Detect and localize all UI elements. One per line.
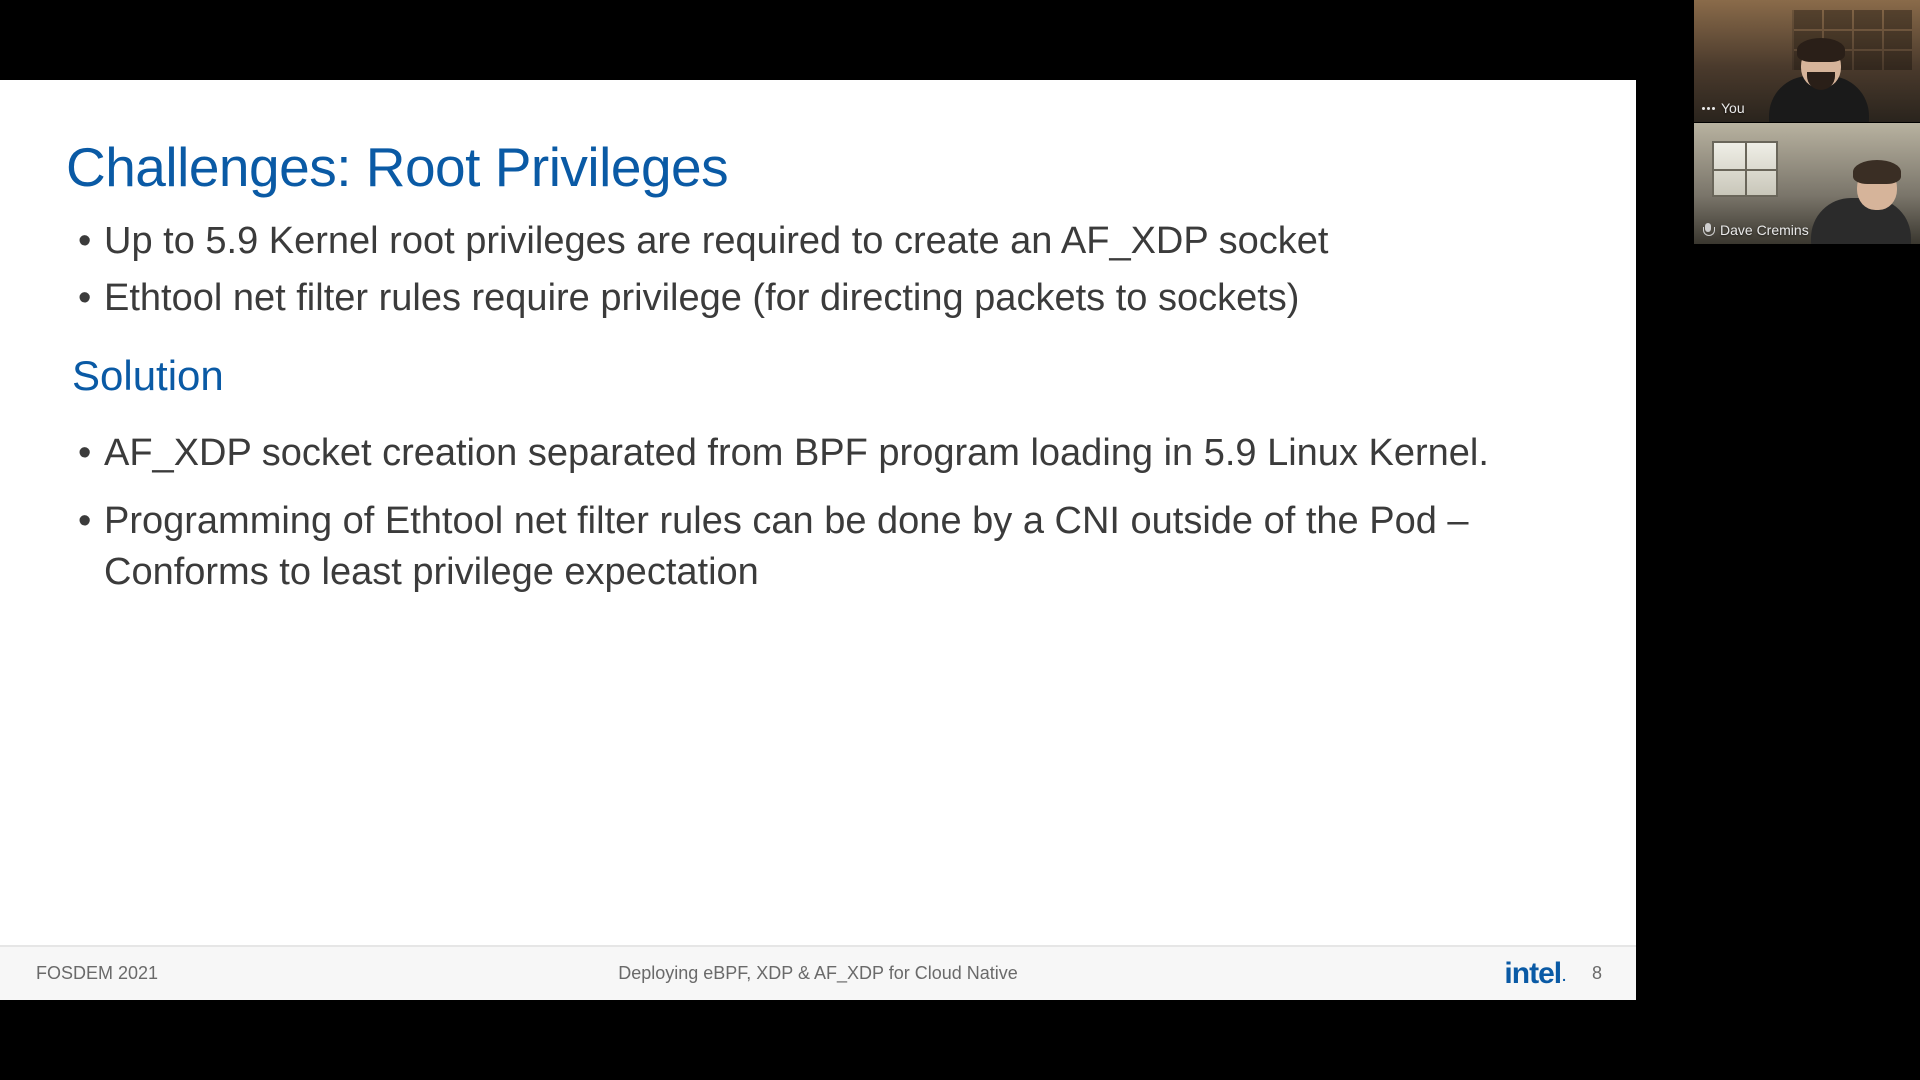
solution-subheading: Solution xyxy=(72,352,1566,400)
bullet-item: Ethtool net filter rules require privile… xyxy=(66,274,1566,323)
window-shape xyxy=(1712,141,1778,197)
person-silhouette xyxy=(1759,38,1879,122)
viewport: Challenges: Root Privileges Up to 5.9 Ke… xyxy=(0,0,1920,1080)
participant-name: Dave Cremins xyxy=(1720,222,1809,238)
slide-title: Challenges: Root Privileges xyxy=(66,135,1566,199)
page-number: 8 xyxy=(1592,963,1602,984)
presentation-slide: Challenges: Root Privileges Up to 5.9 Ke… xyxy=(0,80,1636,1000)
footer-right: intel 8 xyxy=(1504,957,1602,991)
challenge-bullet-list: Up to 5.9 Kernel root privileges are req… xyxy=(66,217,1566,322)
participant-name: You xyxy=(1721,100,1745,116)
footer-event-name: FOSDEM 2021 xyxy=(36,963,158,984)
bullet-item: Up to 5.9 Kernel root privileges are req… xyxy=(66,217,1566,266)
participant-tile-self[interactable]: You xyxy=(1694,0,1920,122)
microphone-icon xyxy=(1702,223,1714,237)
participant-tiles: You Dave Cremins xyxy=(1694,0,1920,244)
bullet-item: Programming of Ethtool net filter rules … xyxy=(66,496,1566,596)
intel-logo: intel xyxy=(1504,957,1564,991)
participant-label: You xyxy=(1702,100,1745,116)
person-silhouette xyxy=(1801,160,1920,244)
more-options-icon[interactable] xyxy=(1702,107,1715,110)
participant-label: Dave Cremins xyxy=(1702,222,1809,238)
slide-body: Challenges: Root Privileges Up to 5.9 Ke… xyxy=(0,80,1636,945)
footer-talk-title: Deploying eBPF, XDP & AF_XDP for Cloud N… xyxy=(618,963,1018,984)
bullet-item: AF_XDP socket creation separated from BP… xyxy=(66,428,1566,478)
participant-tile[interactable]: Dave Cremins xyxy=(1694,122,1920,244)
solution-bullet-list: AF_XDP socket creation separated from BP… xyxy=(66,428,1566,596)
slide-footer: FOSDEM 2021 Deploying eBPF, XDP & AF_XDP… xyxy=(0,945,1636,1000)
